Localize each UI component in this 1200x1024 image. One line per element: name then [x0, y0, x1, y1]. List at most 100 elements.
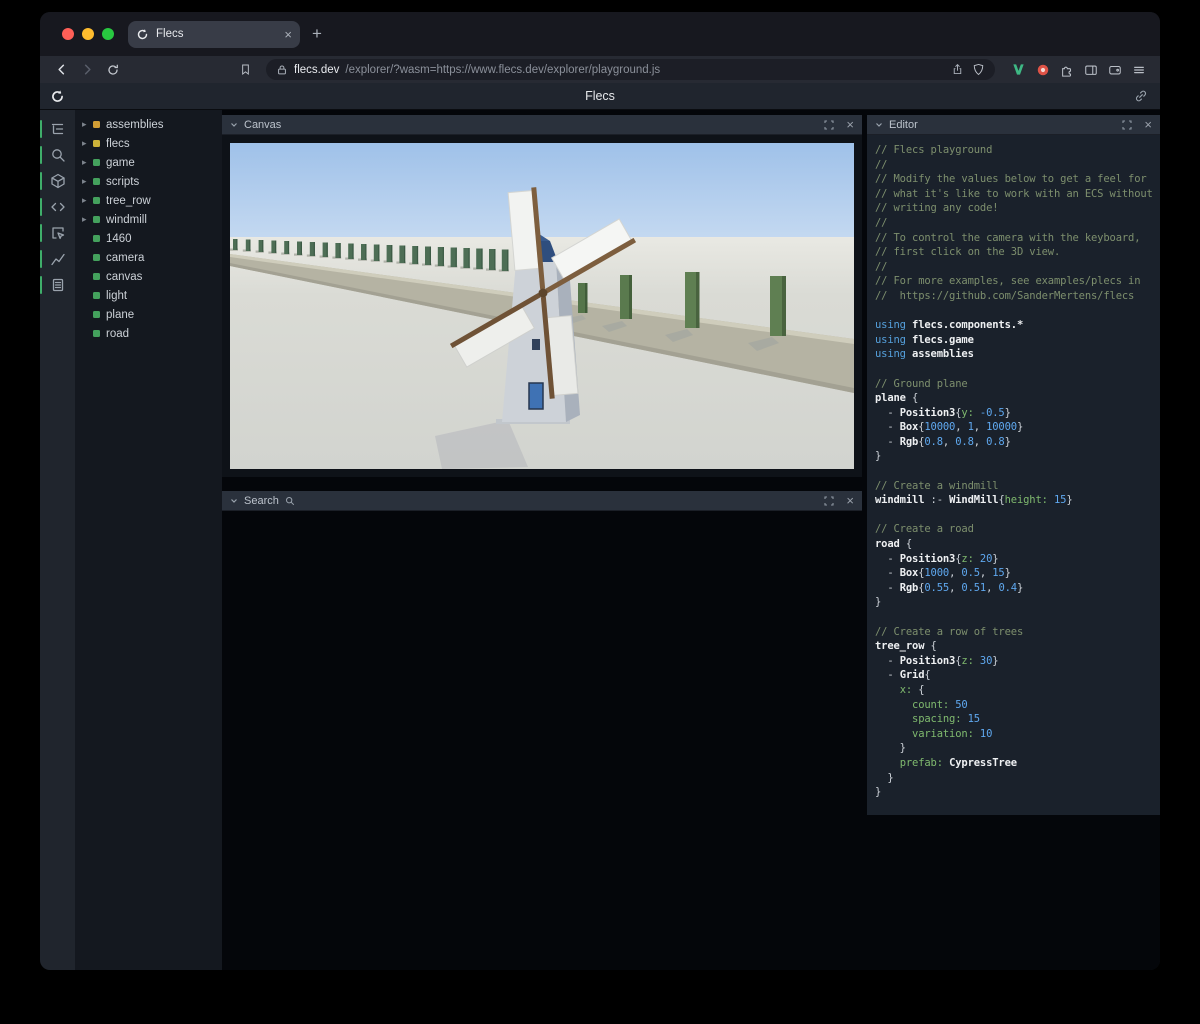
tree-item-1460[interactable]: 1460	[75, 229, 222, 248]
active-indicator	[40, 172, 42, 190]
entity-tree-tool-button[interactable]	[40, 116, 75, 142]
entity-color-square	[93, 140, 100, 147]
search-panel-header[interactable]: Search ×	[222, 491, 862, 511]
editor-panel-header[interactable]: Editor ×	[867, 115, 1160, 135]
inspect-tool-button[interactable]	[40, 220, 75, 246]
minimize-window-button[interactable]	[82, 28, 94, 40]
close-panel-button[interactable]: ×	[1144, 118, 1152, 131]
code-tool-button[interactable]	[40, 194, 75, 220]
entity-label: tree_row	[106, 194, 151, 207]
browser-tab[interactable]: Flecs ×	[128, 20, 300, 48]
entity-color-square	[93, 311, 100, 318]
tree-item-windmill[interactable]: ▸ windmill	[75, 210, 222, 229]
tree-item-scripts[interactable]: ▸ scripts	[75, 172, 222, 191]
reading-list-icon[interactable]	[234, 59, 256, 81]
expand-arrow-icon[interactable]: ▸	[82, 157, 93, 168]
editor-panel: Editor × // Flecs playground//// Modify …	[867, 115, 1160, 815]
search-icon	[285, 496, 294, 505]
url-bar[interactable]: flecs.dev /explorer/?wasm=https://www.fl…	[266, 59, 995, 80]
entity-label: game	[106, 156, 135, 169]
collapse-chevron-icon[interactable]	[230, 121, 238, 129]
expand-panel-icon[interactable]	[824, 495, 834, 506]
tab-title: Flecs	[156, 28, 184, 40]
tree-item-canvas[interactable]: canvas	[75, 267, 222, 286]
cube-tool-button[interactable]	[40, 168, 75, 194]
tree-item-tree_row[interactable]: ▸ tree_row	[75, 191, 222, 210]
chart-tool-button[interactable]	[40, 246, 75, 272]
active-indicator	[40, 198, 42, 216]
tool-sidebar	[40, 110, 75, 970]
entity-label: camera	[106, 251, 145, 264]
entity-color-square	[93, 121, 100, 128]
wallet-icon[interactable]	[1108, 63, 1122, 77]
sky	[230, 143, 854, 239]
extension-red-icon[interactable]	[1036, 63, 1050, 77]
windmill-door	[528, 382, 544, 410]
canvas-panel-header[interactable]: Canvas ×	[222, 115, 862, 135]
share-link-icon[interactable]	[1134, 89, 1148, 108]
entity-label: assemblies	[106, 118, 164, 131]
expand-panel-icon[interactable]	[824, 119, 834, 130]
active-indicator	[40, 120, 42, 138]
entity-label: windmill	[106, 213, 147, 226]
tree-item-assemblies[interactable]: ▸ assemblies	[75, 115, 222, 134]
canvas-3d-view[interactable]	[222, 135, 862, 477]
tree-item-flecs[interactable]: ▸ flecs	[75, 134, 222, 153]
collapse-chevron-icon[interactable]	[875, 121, 883, 129]
share-icon[interactable]	[951, 63, 964, 76]
window-controls	[62, 28, 114, 40]
forward-button[interactable]	[76, 59, 98, 81]
expand-arrow-icon[interactable]: ▸	[82, 119, 93, 130]
expand-arrow-icon[interactable]: ▸	[82, 195, 93, 206]
new-tab-button[interactable]: +	[312, 24, 322, 44]
entity-color-square	[93, 273, 100, 280]
expand-arrow-icon[interactable]: ▸	[82, 214, 93, 225]
memory-icon	[50, 277, 66, 293]
close-panel-button[interactable]: ×	[846, 118, 854, 131]
tab-favicon-flecs-icon	[136, 28, 149, 41]
collapse-chevron-icon[interactable]	[230, 497, 238, 505]
tree-item-light[interactable]: light	[75, 286, 222, 305]
entity-label: 1460	[106, 232, 132, 245]
menu-icon[interactable]	[1132, 63, 1146, 77]
inspect-icon	[50, 225, 66, 241]
entity-color-square	[93, 330, 100, 337]
expand-arrow-icon[interactable]: ▸	[82, 176, 93, 187]
entity-color-square	[93, 159, 100, 166]
brave-shield-icon[interactable]	[972, 63, 985, 76]
entity-label: light	[106, 289, 128, 302]
active-indicator	[40, 276, 42, 294]
entity-color-square	[93, 292, 100, 299]
expand-arrow-icon[interactable]: ▸	[82, 138, 93, 149]
search-panel-title: Search	[244, 494, 279, 507]
extension-v-icon[interactable]	[1011, 62, 1026, 77]
entity-label: road	[106, 327, 130, 340]
reload-button[interactable]	[102, 59, 124, 81]
search-icon	[50, 147, 66, 163]
close-panel-button[interactable]: ×	[846, 494, 854, 507]
search-tool-button[interactable]	[40, 142, 75, 168]
navigation-bar: flecs.dev /explorer/?wasm=https://www.fl…	[40, 56, 1160, 83]
close-window-button[interactable]	[62, 28, 74, 40]
zoom-window-button[interactable]	[102, 28, 114, 40]
tree-item-camera[interactable]: camera	[75, 248, 222, 267]
entity-tree-icon	[50, 121, 66, 137]
canvas-panel-title: Canvas	[244, 118, 282, 131]
sidebar-toggle-icon[interactable]	[1084, 63, 1098, 77]
tree-item-game[interactable]: ▸ game	[75, 153, 222, 172]
memory-tool-button[interactable]	[40, 272, 75, 298]
search-results-area[interactable]	[222, 511, 862, 970]
tree-item-plane[interactable]: plane	[75, 305, 222, 324]
tree-item-road[interactable]: road	[75, 324, 222, 343]
extensions-puzzle-icon[interactable]	[1060, 63, 1074, 77]
tab-close-button[interactable]: ×	[284, 28, 292, 41]
code-editor[interactable]: // Flecs playground//// Modify the value…	[867, 135, 1160, 815]
app-header: Flecs	[40, 83, 1160, 110]
back-button[interactable]	[50, 59, 72, 81]
active-indicator	[40, 224, 42, 242]
entity-color-square	[93, 216, 100, 223]
entity-label: plane	[106, 308, 135, 321]
expand-panel-icon[interactable]	[1122, 119, 1132, 130]
code-icon	[50, 199, 66, 215]
url-domain: flecs.dev	[294, 63, 340, 76]
